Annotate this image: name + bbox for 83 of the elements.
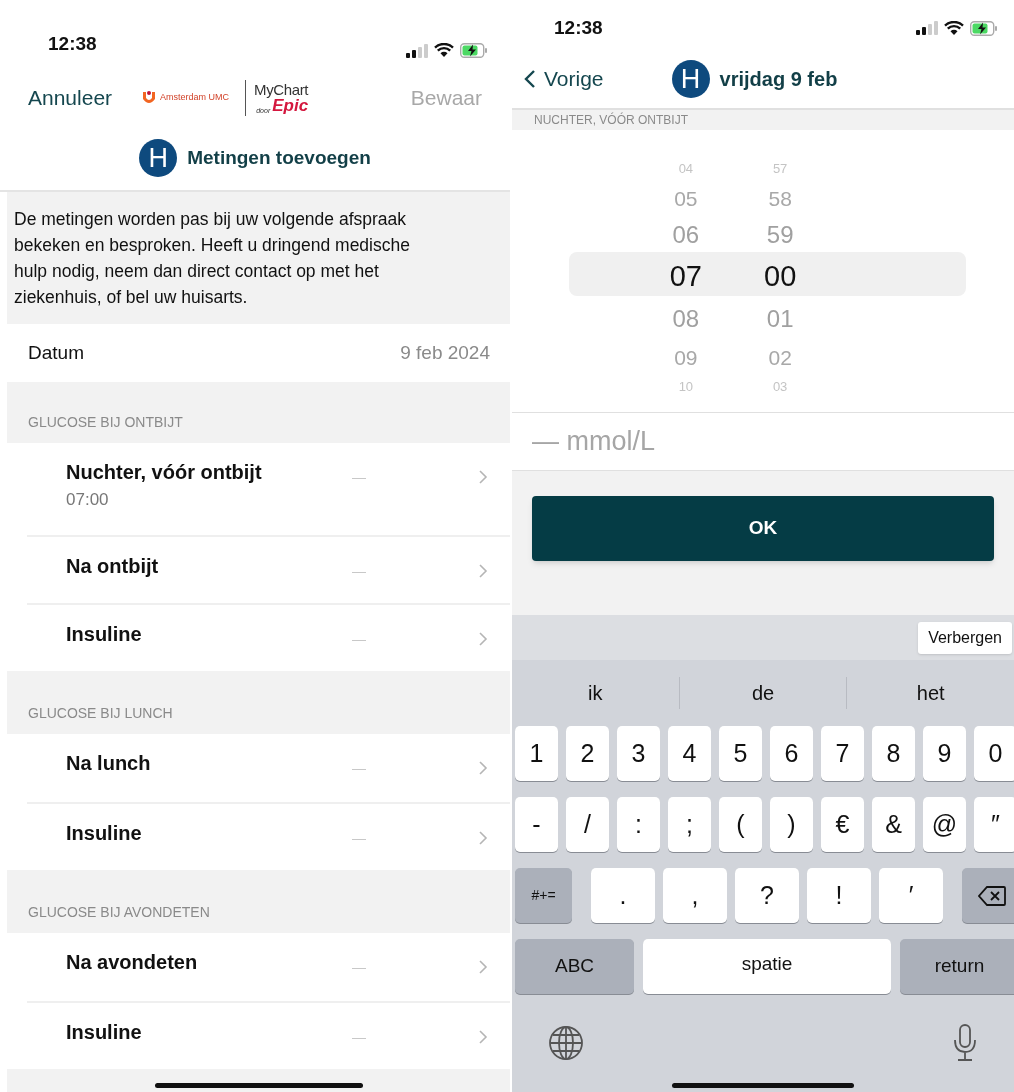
section-header: GLUCOSE BIJ ONTBIJT — [28, 413, 183, 432]
keyboard-key[interactable]: ″ — [974, 797, 1014, 852]
suggestion[interactable]: ik — [512, 678, 679, 708]
section-header: GLUCOSE BIJ AVONDETEN — [28, 903, 210, 922]
hide-keyboard-button[interactable]: Verbergen — [918, 621, 1012, 654]
keyboard-key[interactable]: 7 — [821, 726, 864, 781]
status-time: 12:38 — [554, 15, 603, 40]
picker-value[interactable]: 00 — [764, 254, 797, 298]
keyboard-key[interactable]: 9 — [923, 726, 966, 781]
keyboard-key[interactable]: . — [591, 868, 655, 923]
avatar: H — [671, 60, 710, 98]
keyboard-key[interactable]: , — [663, 868, 727, 923]
row-value: — — [352, 958, 366, 977]
row-value: — — [352, 759, 366, 778]
battery-icon — [970, 20, 998, 36]
measurement-row[interactable]: Na avondeten — — [7, 933, 510, 1001]
suggestion[interactable]: het — [847, 678, 1014, 708]
notice-text: De metingen worden pas bij uw volgende afspraak bekeken en besproken. Heeft u dringend medische hulp nodig, neem dan direct contact op met het ziekenhuis, of bel uw huisarts. — [13, 208, 411, 309]
measurement-row[interactable]: Na lunch — — [7, 734, 510, 802]
logo-text: Amsterdam UMC — [160, 91, 230, 105]
row-time: 07:00 — [66, 489, 110, 511]
microphone-icon — [952, 1024, 978, 1062]
wifi-icon — [944, 20, 964, 36]
page-title: Metingen toevoegen — [187, 145, 371, 170]
row-value: — — [352, 630, 366, 649]
keyboard-key[interactable]: ABC — [515, 939, 634, 994]
keyboard-key[interactable]: spatie — [643, 939, 891, 994]
picker-value[interactable]: 07 — [669, 254, 702, 298]
signal-icon — [406, 43, 428, 58]
cancel-button[interactable]: Annuleer — [28, 82, 113, 114]
chevron-icon — [478, 469, 488, 485]
keyboard-key[interactable]: ? — [735, 868, 799, 923]
chevron-icon — [478, 959, 488, 975]
section-header: NUCHTER, VÓÓR ONTBIJT — [534, 114, 688, 126]
tulip-logo-icon — [142, 90, 157, 106]
keyboard-key[interactable]: @ — [923, 797, 966, 852]
battery-icon — [460, 43, 488, 58]
screen-title: vrijdag 9 feb — [719, 67, 838, 92]
keyboard-key[interactable]: ; — [668, 797, 711, 852]
keyboard-key[interactable]: 8 — [872, 726, 915, 781]
globe-icon — [548, 1025, 584, 1061]
row-value: — — [352, 562, 366, 581]
avatar: H — [139, 139, 178, 177]
keyboard-key[interactable]: 3 — [617, 726, 660, 781]
keyboard-key[interactable]: 0 — [974, 726, 1014, 781]
keyboard-key[interactable] — [962, 868, 1014, 923]
chevron-icon — [478, 1029, 488, 1045]
chevron-icon — [478, 563, 488, 579]
ok-button[interactable]: OK — [532, 496, 994, 561]
keyboard-key[interactable]: : — [617, 797, 660, 852]
back-chevron-icon — [524, 69, 536, 89]
keyboard-key[interactable]: / — [566, 797, 609, 852]
keyboard-key[interactable]: 4 — [668, 726, 711, 781]
keyboard-key[interactable]: ! — [807, 868, 871, 923]
status-time: 12:38 — [48, 31, 97, 56]
section-header: GLUCOSE BIJ LUNCH — [28, 704, 173, 723]
keyboard-key[interactable]: return — [900, 939, 1014, 994]
keyboard-key[interactable]: 1 — [515, 726, 558, 781]
keyboard-key[interactable]: #+= — [515, 868, 572, 923]
measurement-row[interactable]: Nuchter, vóór ontbijt 07:00 — — [7, 443, 510, 535]
row-value: — — [352, 1028, 366, 1047]
keyboard-key[interactable]: ′ — [879, 868, 943, 923]
suggestion[interactable]: de — [679, 678, 847, 708]
back-button[interactable]: Vorige — [524, 63, 604, 95]
wifi-icon — [434, 43, 454, 58]
chevron-icon — [478, 760, 488, 776]
keyboard-key[interactable]: - — [515, 797, 558, 852]
keyboard-key[interactable]: € — [821, 797, 864, 852]
signal-icon — [916, 21, 938, 35]
keyboard-key[interactable]: ( — [719, 797, 762, 852]
chevron-icon — [478, 631, 488, 647]
field-label: Datum — [28, 340, 84, 365]
keyboard-key[interactable]: 2 — [566, 726, 609, 781]
logo-text: Epic — [272, 97, 309, 114]
backspace-icon — [978, 885, 1006, 906]
keyboard-key[interactable]: 5 — [719, 726, 762, 781]
date-value: 9 feb 2024 — [400, 340, 490, 365]
row-value: — — [352, 468, 366, 487]
keyboard-key[interactable]: & — [872, 797, 915, 852]
keyboard-key[interactable]: 6 — [770, 726, 813, 781]
keyboard-key[interactable]: ) — [770, 797, 813, 852]
chevron-icon — [478, 830, 488, 846]
row-value: — — [352, 829, 366, 848]
